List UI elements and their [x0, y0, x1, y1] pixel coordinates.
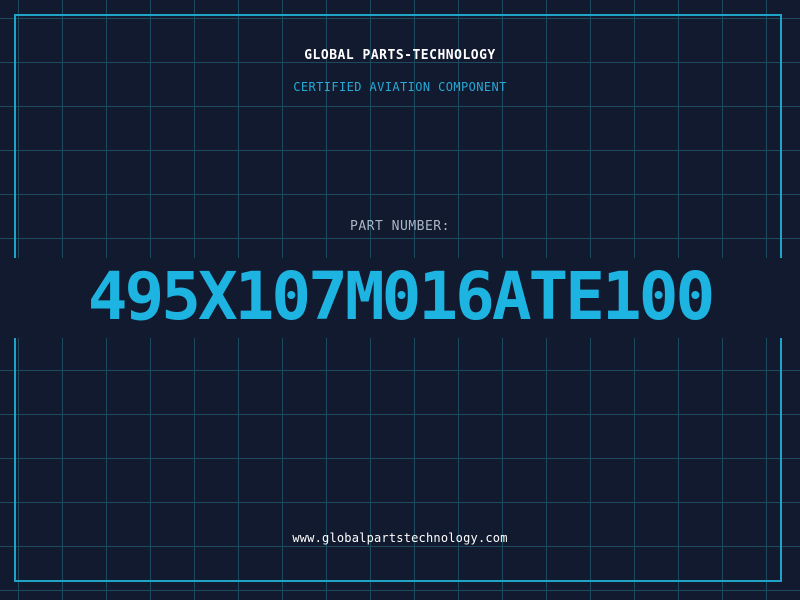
brand-name: GLOBAL PARTS-TECHNOLOGY: [304, 48, 496, 63]
part-number-label: PART NUMBER:: [350, 219, 450, 234]
brand-tagline: CERTIFIED AVIATION COMPONENT: [293, 80, 507, 94]
website-url: www.globalpartstechnology.com: [292, 531, 508, 545]
part-number-value: 495X107M016ATE100: [87, 258, 716, 335]
